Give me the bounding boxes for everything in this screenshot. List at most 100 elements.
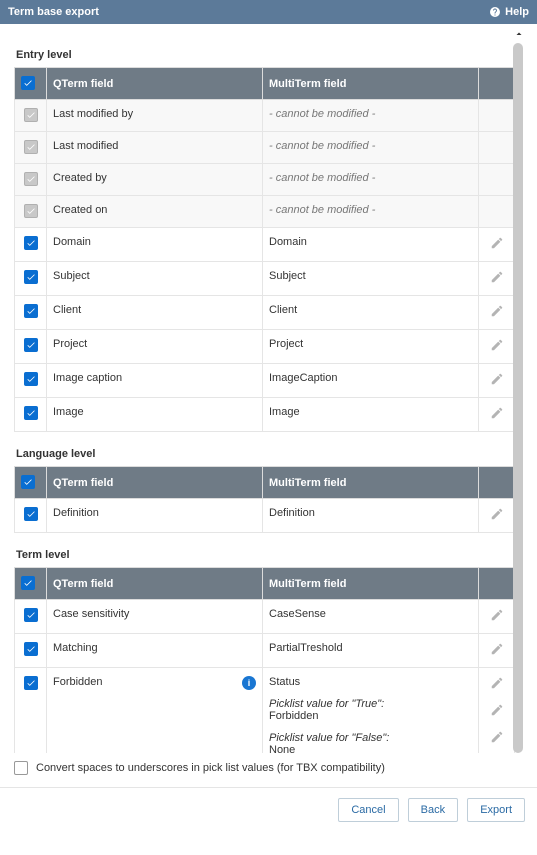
section-title-language: Language level bbox=[16, 448, 515, 460]
edit-icon[interactable] bbox=[490, 681, 504, 693]
multi-cell: - cannot be modified - bbox=[269, 140, 375, 152]
qterm-cell: Case sensitivity bbox=[47, 600, 263, 634]
row-checkbox bbox=[24, 108, 38, 122]
col-multi: MultiTerm field bbox=[263, 467, 479, 499]
multi-cell: Definition bbox=[269, 507, 315, 519]
col-multi: MultiTerm field bbox=[263, 568, 479, 600]
edit-icon[interactable] bbox=[490, 613, 504, 625]
edit-icon[interactable] bbox=[490, 275, 504, 287]
select-all-checkbox[interactable] bbox=[21, 576, 35, 590]
edit-icon[interactable] bbox=[490, 309, 504, 321]
convert-label: Convert spaces to underscores in pick li… bbox=[36, 762, 385, 774]
row-checkbox[interactable] bbox=[24, 642, 38, 656]
collapse-bar bbox=[0, 24, 537, 43]
multi-cell: CaseSense bbox=[269, 608, 326, 620]
row-checkbox[interactable] bbox=[24, 507, 38, 521]
qterm-cell: Subject bbox=[47, 262, 263, 296]
help-label: Help bbox=[505, 6, 529, 18]
section-title-term: Term level bbox=[16, 549, 515, 561]
edit-icon[interactable] bbox=[490, 343, 504, 355]
entry-table: QTerm fieldMultiTerm fieldLast modified … bbox=[14, 67, 515, 432]
table-row: Case sensitivity CaseSense bbox=[15, 600, 515, 634]
row-checkbox[interactable] bbox=[24, 338, 38, 352]
multi-cell: Subject bbox=[269, 270, 306, 282]
select-all-checkbox[interactable] bbox=[21, 76, 35, 90]
row-checkbox[interactable] bbox=[24, 372, 38, 386]
table-row: Image Image bbox=[15, 398, 515, 432]
section-title-entry: Entry level bbox=[16, 49, 515, 61]
col-qterm: QTerm field bbox=[47, 568, 263, 600]
edit-icon[interactable] bbox=[490, 708, 504, 720]
term-table: QTerm fieldMultiTerm fieldCase sensitivi… bbox=[14, 567, 515, 753]
qterm-cell: Matching bbox=[47, 634, 263, 668]
multi-cell: - cannot be modified - bbox=[269, 204, 375, 216]
qterm-cell: Created on bbox=[47, 196, 263, 228]
select-all-checkbox[interactable] bbox=[21, 475, 35, 489]
table-row: Subject Subject bbox=[15, 262, 515, 296]
row-checkbox[interactable] bbox=[24, 406, 38, 420]
table-row: Matching PartialTreshold bbox=[15, 634, 515, 668]
help-icon bbox=[489, 6, 501, 18]
table-row: Definition Definition bbox=[15, 499, 515, 533]
table-row: Last modified by - cannot be modified - bbox=[15, 100, 515, 132]
table-row: Last modified - cannot be modified - bbox=[15, 132, 515, 164]
edit-icon[interactable] bbox=[490, 411, 504, 423]
edit-icon[interactable] bbox=[490, 735, 504, 747]
picklist-true-value: Forbidden bbox=[269, 710, 319, 722]
table-row: Client Client bbox=[15, 296, 515, 330]
qterm-cell: Image bbox=[47, 398, 263, 432]
info-icon[interactable]: i bbox=[242, 676, 256, 690]
row-checkbox[interactable] bbox=[24, 236, 38, 250]
qterm-cell: Image caption bbox=[47, 364, 263, 398]
collapse-icon[interactable] bbox=[513, 28, 525, 40]
multi-cell: Client bbox=[269, 304, 297, 316]
picklist-false-label: Picklist value for "False": bbox=[269, 732, 389, 744]
picklist-false-value: None bbox=[269, 744, 295, 753]
col-multi: MultiTerm field bbox=[263, 68, 479, 100]
qterm-cell: Definition bbox=[47, 499, 263, 533]
footer: Cancel Back Export bbox=[0, 787, 537, 832]
qterm-cell: Last modified bbox=[47, 132, 263, 164]
multi-cell: - cannot be modified - bbox=[269, 108, 375, 120]
row-checkbox[interactable] bbox=[24, 676, 38, 690]
edit-icon[interactable] bbox=[490, 241, 504, 253]
table-row: Image caption ImageCaption bbox=[15, 364, 515, 398]
row-checkbox[interactable] bbox=[24, 304, 38, 318]
help-link[interactable]: Help bbox=[489, 6, 529, 18]
multi-cell: Domain bbox=[269, 236, 307, 248]
export-button[interactable]: Export bbox=[467, 798, 525, 822]
qterm-cell: Last modified by bbox=[47, 100, 263, 132]
row-checkbox[interactable] bbox=[24, 270, 38, 284]
row-checkbox bbox=[24, 172, 38, 186]
qterm-cell: Created by bbox=[47, 164, 263, 196]
qterm-cell: Project bbox=[47, 330, 263, 364]
row-checkbox bbox=[24, 204, 38, 218]
row-checkbox bbox=[24, 140, 38, 154]
edit-icon[interactable] bbox=[490, 647, 504, 659]
qterm-cell: Domain bbox=[47, 228, 263, 262]
multi-cell: ImageCaption bbox=[269, 372, 338, 384]
picklist-true-label: Picklist value for "True": bbox=[269, 698, 384, 710]
edit-icon[interactable] bbox=[490, 377, 504, 389]
multi-cell: Status bbox=[269, 676, 300, 688]
table-row: Domain Domain bbox=[15, 228, 515, 262]
edit-icon[interactable] bbox=[490, 512, 504, 524]
panel-header: Term base export Help bbox=[0, 0, 537, 24]
multi-cell: PartialTreshold bbox=[269, 642, 343, 654]
multi-cell: - cannot be modified - bbox=[269, 172, 375, 184]
scrollbar[interactable] bbox=[513, 43, 523, 753]
language-table: QTerm fieldMultiTerm fieldDefinitionDefi… bbox=[14, 466, 515, 533]
table-row: Created by - cannot be modified - bbox=[15, 164, 515, 196]
qterm-cell: Forbiddeni bbox=[47, 668, 263, 754]
col-qterm: QTerm field bbox=[47, 467, 263, 499]
multi-cell: Image bbox=[269, 406, 300, 418]
back-button[interactable]: Back bbox=[408, 798, 458, 822]
table-row: ForbiddeniStatusPicklist value for "True… bbox=[15, 668, 515, 754]
table-row: Created on - cannot be modified - bbox=[15, 196, 515, 228]
row-checkbox[interactable] bbox=[24, 608, 38, 622]
table-row: Project Project bbox=[15, 330, 515, 364]
multi-cell: Project bbox=[269, 338, 303, 350]
qterm-cell: Client bbox=[47, 296, 263, 330]
convert-checkbox[interactable] bbox=[14, 761, 28, 775]
cancel-button[interactable]: Cancel bbox=[338, 798, 398, 822]
